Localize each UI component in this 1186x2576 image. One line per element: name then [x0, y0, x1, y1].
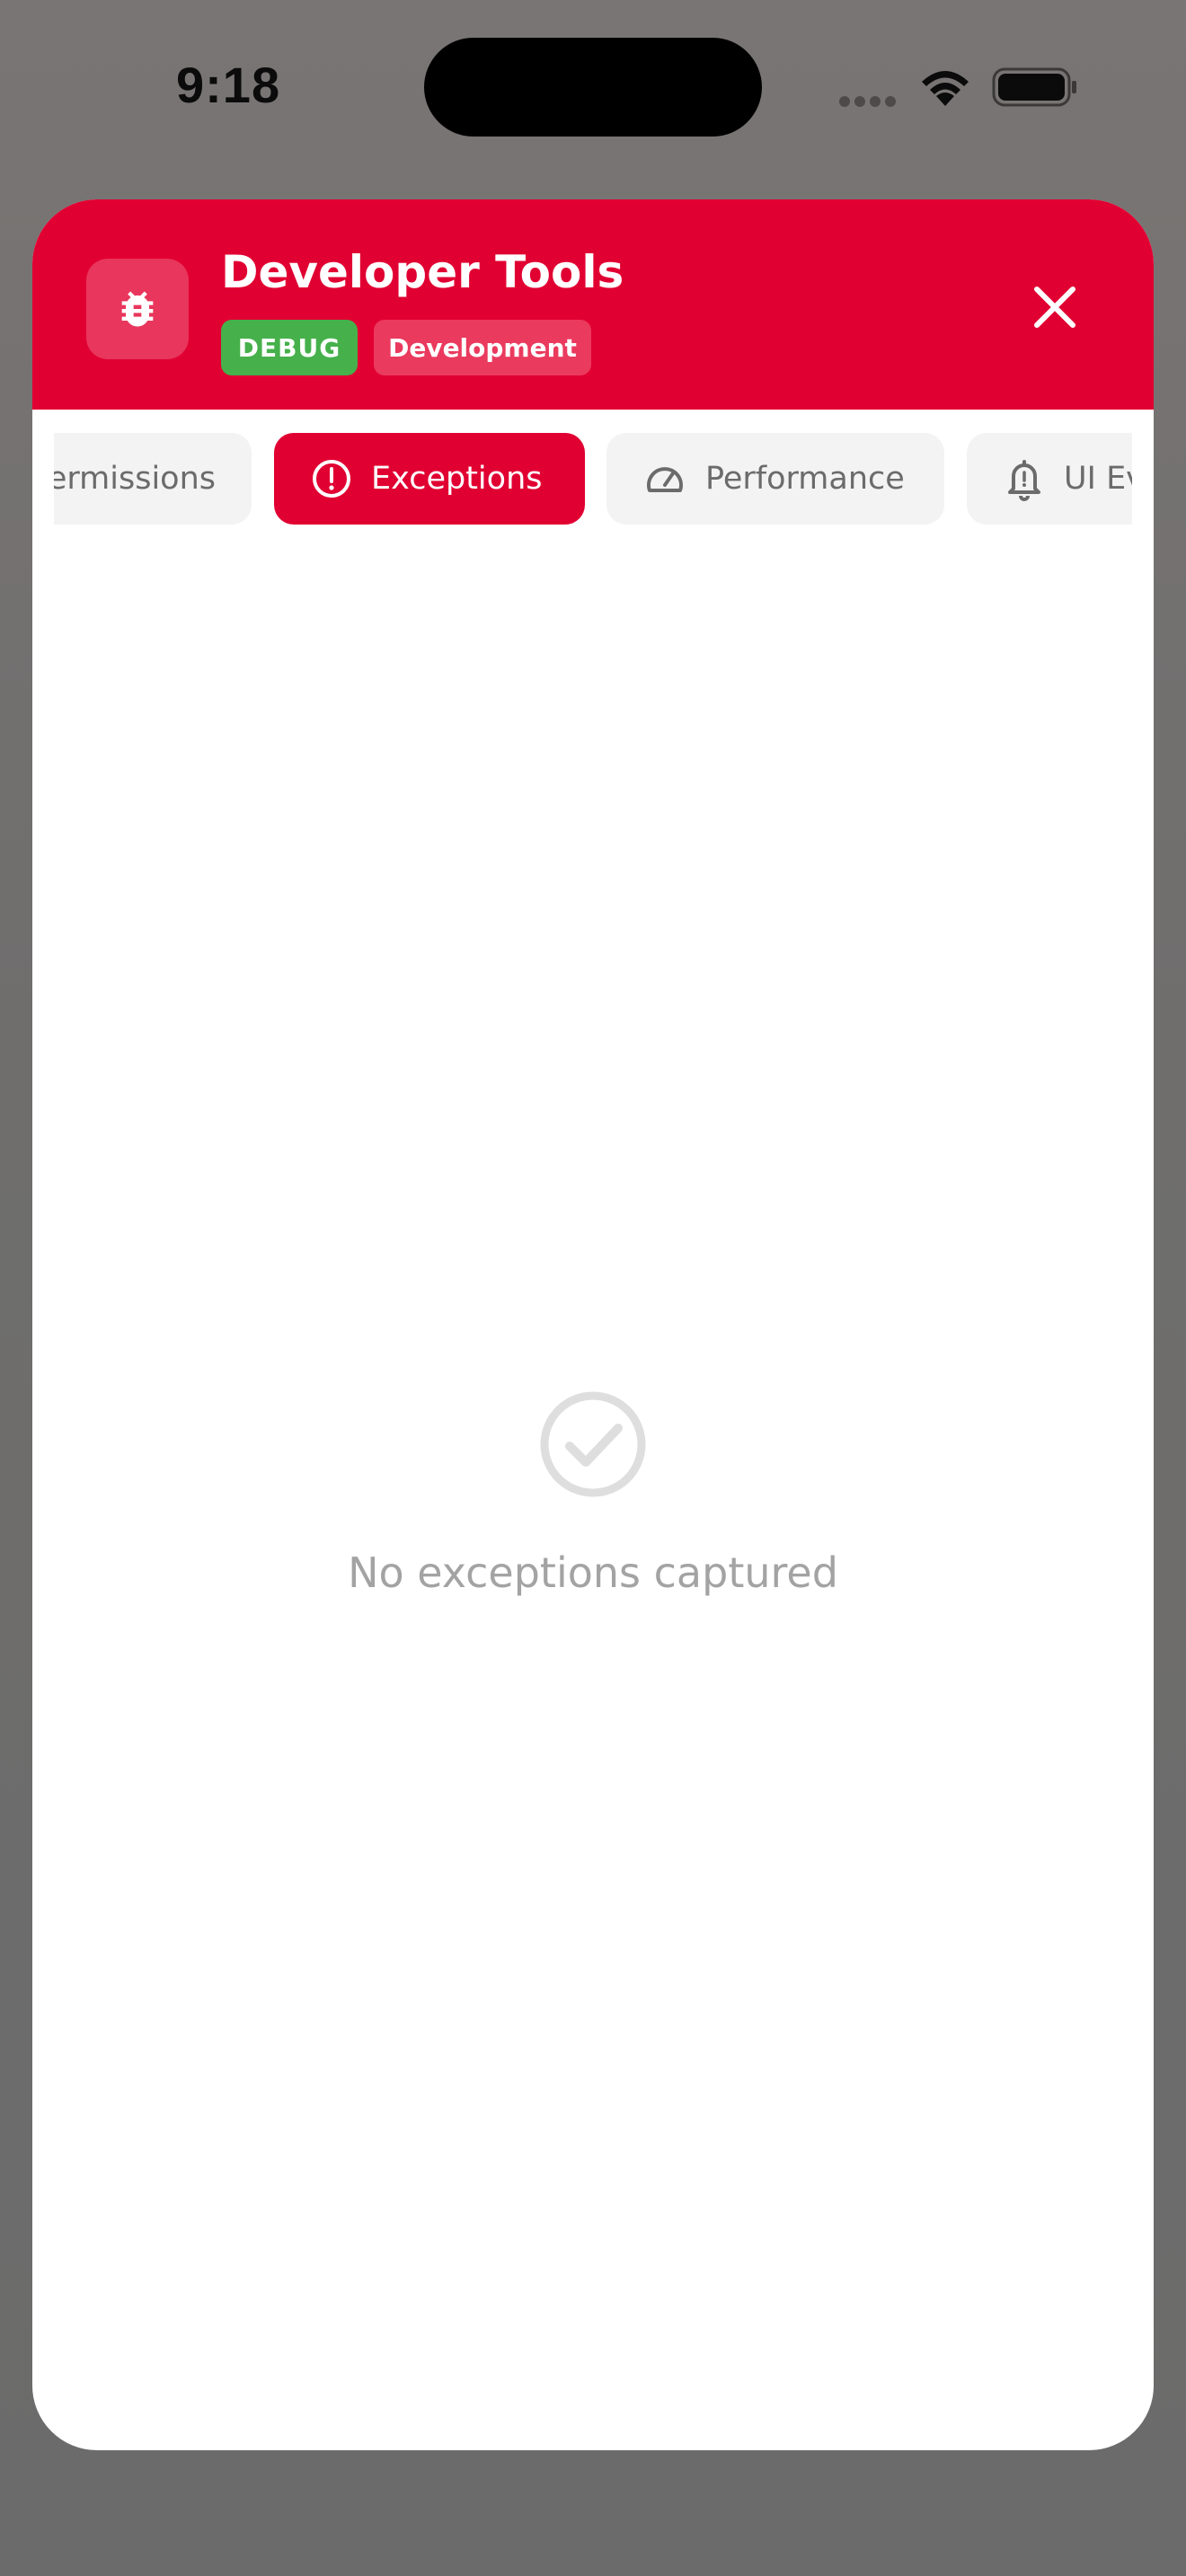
bell-icon — [1008, 460, 1040, 501]
dynamic-island — [424, 38, 762, 137]
environment-badge: Development — [374, 320, 591, 375]
tab-bar[interactable]: Permissions Exceptions Performance — [54, 429, 1132, 528]
empty-state-message: No exceptions captured — [348, 1548, 838, 1597]
tab-label: Permissions — [54, 461, 216, 497]
status-time: 9:18 — [176, 57, 281, 113]
tab-label: Performance — [705, 461, 905, 497]
cellular-signal-icon — [839, 93, 902, 107]
sheet-header: Developer Tools DEBUG Development — [32, 199, 1154, 410]
check-circle-icon — [540, 1391, 646, 1497]
tab-exceptions[interactable]: Exceptions — [274, 433, 585, 525]
page-title: Developer Tools — [221, 246, 624, 298]
gauge-icon — [647, 467, 683, 492]
developer-tools-sheet: Developer Tools DEBUG Development Permis… — [32, 199, 1154, 2450]
battery-icon — [992, 67, 1076, 107]
tab-label: UI Events — [1064, 461, 1132, 497]
bug-icon — [121, 291, 154, 327]
tab-label: Exceptions — [371, 461, 543, 497]
debug-badge: DEBUG — [221, 320, 358, 375]
tab-permissions[interactable]: Permissions — [54, 433, 252, 525]
close-button[interactable] — [1019, 271, 1091, 343]
app-icon — [86, 259, 189, 359]
alert-circle-icon — [313, 460, 350, 498]
wifi-icon — [922, 71, 969, 106]
tab-performance[interactable]: Performance — [606, 433, 944, 525]
tab-ui-events[interactable]: UI Events — [967, 433, 1132, 525]
close-icon — [1034, 287, 1075, 328]
